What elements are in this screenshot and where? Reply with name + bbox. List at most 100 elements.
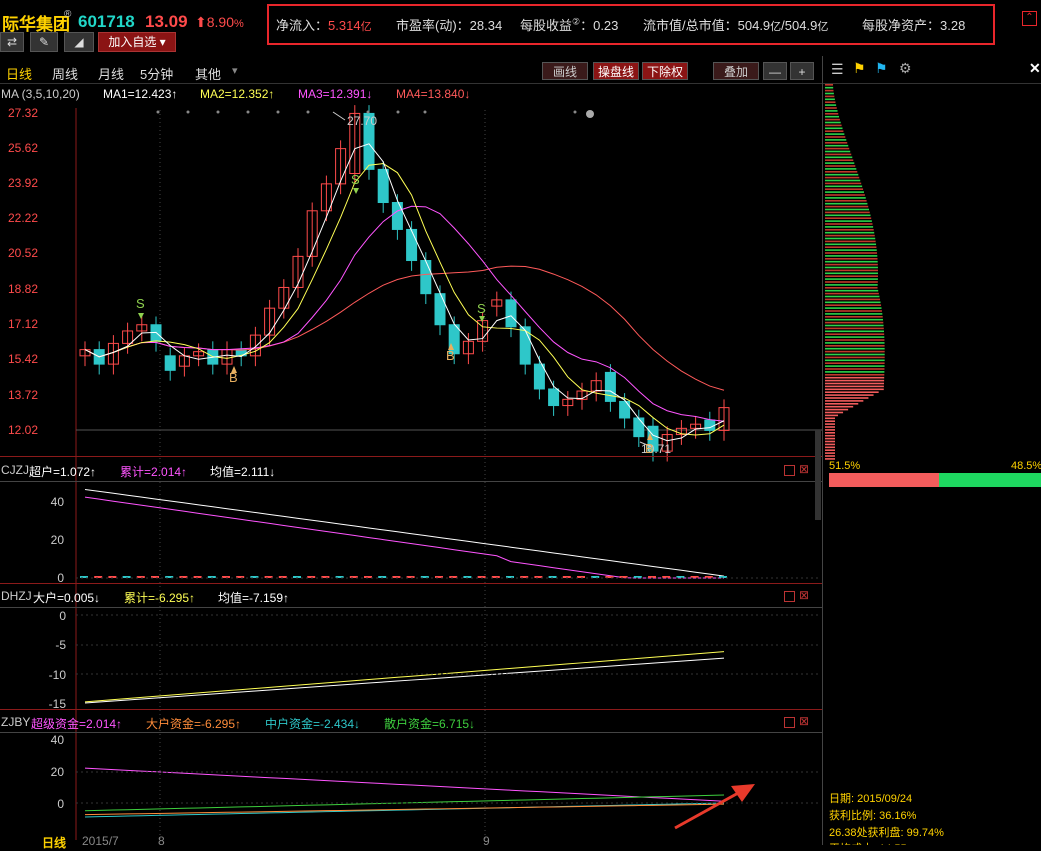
- chip-histogram: [825, 84, 885, 460]
- list-icon[interactable]: ☰: [831, 61, 844, 78]
- buy-signal: B: [446, 348, 455, 363]
- eps: 每股收益②：0.23: [520, 16, 619, 33]
- zjby-tick: 20: [50, 765, 64, 779]
- pe-ratio: 市盈率(动)：28.34: [396, 18, 503, 33]
- zjby-large-line: [84, 803, 725, 816]
- sell-signal: S: [477, 301, 486, 316]
- chip-avg-cost: 平均成本: 14.55: [829, 840, 907, 845]
- chevron-down-icon[interactable]: ▾: [232, 64, 238, 77]
- ma-legend-title: MA (3,5,10,20): [1, 87, 80, 101]
- zjby-title: ZJBY: [1, 715, 31, 729]
- dhzj-average: 均值=-7.159↑: [218, 591, 290, 605]
- header: 际华集团 ® 601718 13.09 ⬆8.90% 净流入：5.314亿 市盈…: [0, 0, 1041, 56]
- maximize-icon[interactable]: [784, 591, 795, 602]
- chip-date: 日期: 2015/09/24: [829, 793, 913, 805]
- tab-daily[interactable]: 日线: [6, 64, 32, 83]
- chip-loss-bar: [939, 473, 1041, 487]
- ma2-line: [84, 163, 725, 436]
- stock-price: 13.09: [145, 12, 188, 31]
- pencil-button[interactable]: ✎: [30, 32, 58, 52]
- dhzj-line-white: [84, 657, 725, 704]
- chip-profit-price: 26.38处获利盘: 99.74%: [829, 827, 944, 839]
- eraser-icon: ◢: [74, 35, 84, 49]
- zoom-in-button[interactable]: +: [790, 62, 814, 80]
- cjzj-title: CJZJ: [1, 463, 29, 477]
- cjzj-tick: 20: [50, 533, 64, 547]
- zjby-retail: 散户资金=6.715↓: [384, 717, 476, 731]
- dhzj-tick: 0: [59, 609, 66, 623]
- dhzj-tick: -5: [55, 638, 66, 652]
- chip-toolbar: ☰ ⚑ ⚑ ⚙ ✕: [823, 56, 1041, 84]
- close-icon[interactable]: ⊠: [799, 588, 809, 602]
- cjzj-cumulative: 累计=2.014↑: [120, 465, 188, 479]
- collapse-icon[interactable]: ⌃: [1022, 11, 1037, 26]
- x-axis-period: 日线: [42, 836, 67, 850]
- dhzj-title: DHZJ: [1, 589, 32, 603]
- chip-panel: ☰ ⚑ ⚑ ⚙ ✕ 51.5% 48.5% 日期: 2015/09/24 获利比…: [822, 56, 1041, 845]
- stock-change: ⬆8.90%: [195, 14, 244, 30]
- ma1-line: [84, 143, 725, 442]
- high-pointer: [332, 111, 346, 121]
- dhzj-cumulative: 累计=-6.295↑: [124, 591, 196, 605]
- overlay-button[interactable]: 叠加: [713, 62, 759, 80]
- zjby-super-line: [84, 767, 725, 802]
- cjzj-tick: 0: [57, 571, 64, 585]
- maximize-icon[interactable]: [784, 465, 795, 476]
- chip-profit-bar: [829, 473, 939, 487]
- chip-profit-ratio: 获利比例: 36.16%: [829, 810, 917, 822]
- buy-signal: B: [645, 441, 654, 456]
- draw-line-button[interactable]: 画线: [542, 62, 588, 80]
- period-tabbar: 日线 周线 月线 5分钟 其他 ▾: [0, 60, 822, 84]
- zoom-out-button[interactable]: —: [763, 62, 787, 80]
- close-icon[interactable]: ⊠: [799, 714, 809, 728]
- zjby-retail-line: [84, 794, 725, 812]
- buy-signal: B: [229, 370, 238, 385]
- chip-right-pct: 48.5%: [1011, 460, 1041, 472]
- dhzj-line-yellow: [84, 651, 725, 703]
- dhzj-tick: -15: [48, 697, 66, 711]
- x-axis-date: 8: [158, 834, 165, 848]
- cjzj-super: 超户=1.072↑: [29, 465, 97, 479]
- cjzj-average: 均值=2.111↓: [210, 465, 276, 479]
- vertical-scrollbar[interactable]: [815, 430, 821, 520]
- exright-button[interactable]: 下除权: [642, 62, 688, 80]
- operate-line-button[interactable]: 操盘线: [593, 62, 639, 80]
- dhzj-large: 大户=0.005↓: [33, 591, 101, 605]
- x-axis-date: 9: [483, 834, 490, 848]
- stock-code: 601718: [78, 12, 135, 31]
- tab-5min[interactable]: 5分钟: [140, 64, 173, 83]
- ma1-value: MA1=12.423↑: [103, 87, 178, 101]
- sell-signal: S: [351, 172, 360, 187]
- tab-monthly[interactable]: 月线: [98, 64, 124, 83]
- red-arrow-icon: [674, 784, 755, 830]
- blue-flag-icon[interactable]: ⚑: [875, 60, 888, 77]
- maximize-icon[interactable]: [784, 717, 795, 728]
- zjby-large: 大户资金=-6.295↑: [146, 717, 242, 731]
- flag-icon[interactable]: ⚑: [853, 60, 866, 77]
- eraser-button[interactable]: ◢: [64, 32, 94, 52]
- market-value: 流市值/总市值：504.9亿/504.9亿: [643, 18, 829, 33]
- tab-other[interactable]: 其他: [195, 64, 221, 83]
- zjby-mid-line: [84, 802, 725, 818]
- close-icon[interactable]: ✕: [1029, 60, 1041, 77]
- gear-icon[interactable]: ⚙: [899, 60, 912, 77]
- zjby-tick: 0: [57, 797, 64, 811]
- zjby-super: 超级资金=2.014↑: [31, 717, 123, 731]
- cjzj-line-white: [84, 488, 725, 577]
- cjzj-line-magenta: [84, 496, 724, 579]
- cjzj-tick: 40: [50, 495, 64, 509]
- x-axis-date: 2015/7: [82, 834, 119, 848]
- add-to-watchlist-button[interactable]: 加入自选 ▾: [98, 32, 176, 52]
- registered-icon: ®: [64, 9, 72, 20]
- high-price-label: 27.70: [347, 114, 378, 128]
- chip-left-pct: 51.5%: [829, 460, 861, 472]
- tab-weekly[interactable]: 周线: [52, 64, 78, 83]
- net-asset-per-share: 每股净资产：3.28: [862, 18, 966, 33]
- dhzj-tick: -10: [48, 668, 66, 682]
- swap-button[interactable]: ⇄: [0, 32, 24, 52]
- sell-signal: S: [136, 296, 145, 311]
- ma3-value: MA3=12.391↓: [298, 87, 373, 101]
- ma2-value: MA2=12.352↑: [200, 87, 275, 101]
- close-icon[interactable]: ⊠: [799, 462, 809, 476]
- ma4-line: [84, 265, 725, 391]
